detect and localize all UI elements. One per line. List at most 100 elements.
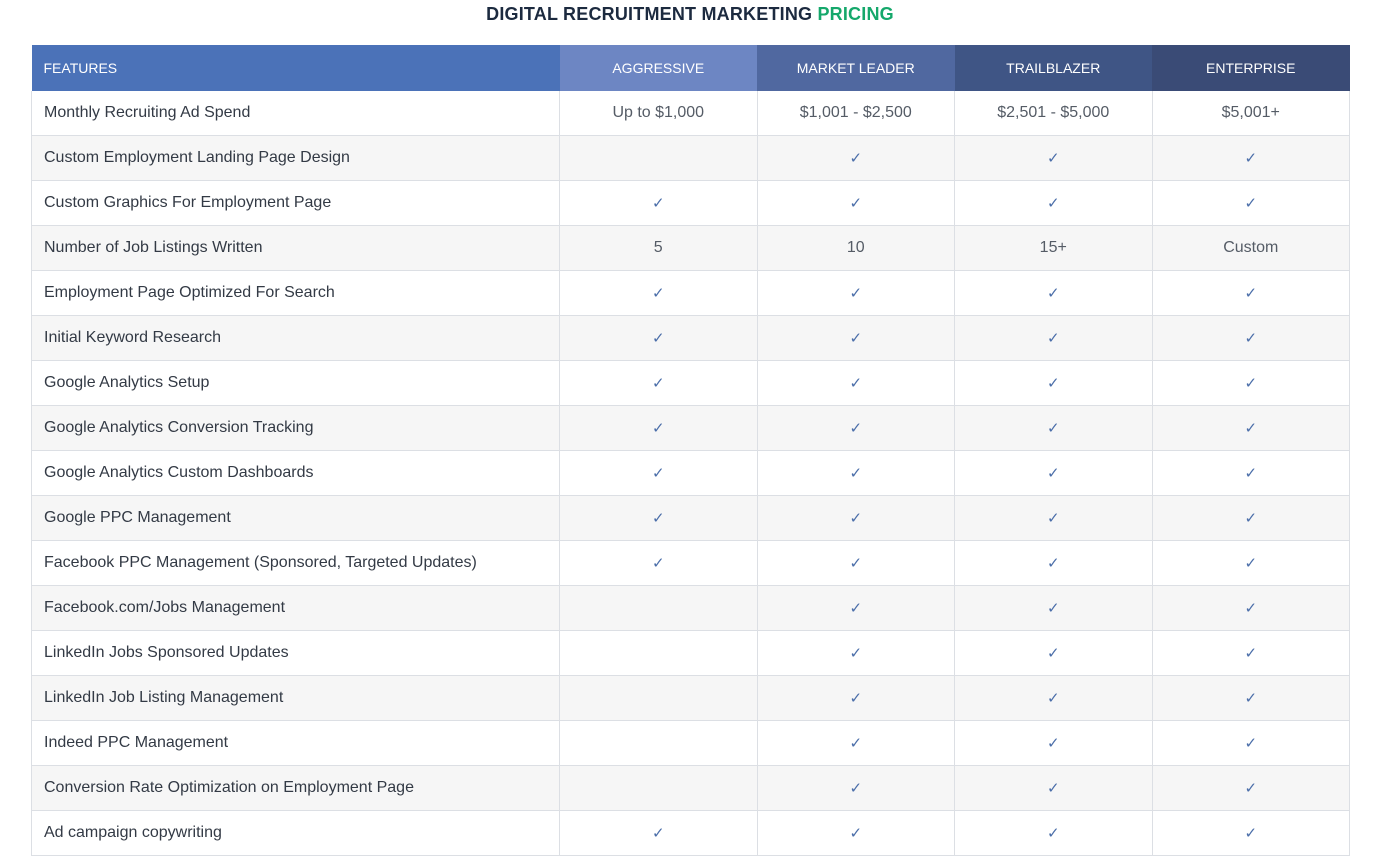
cell-aggressive (559, 675, 758, 721)
checkmark-icon: ✓ (1244, 509, 1258, 527)
table-row: Initial Keyword Research ✓ ✓ ✓ ✓ (31, 315, 1350, 361)
cell-market-leader: ✓ (757, 810, 955, 856)
cell-aggressive (559, 720, 758, 766)
checkmark-icon: ✓ (1046, 509, 1060, 527)
checkmark-icon: ✓ (849, 554, 863, 572)
cell-enterprise: ✓ (1152, 270, 1350, 316)
feature-name: Google Analytics Conversion Tracking (31, 405, 560, 451)
feature-name: Number of Job Listings Written (31, 225, 560, 271)
cell-trailblazer: ✓ (954, 405, 1153, 451)
page-title: DIGITAL RECRUITMENT MARKETING PRICING (0, 4, 1380, 25)
feature-name: LinkedIn Job Listing Management (31, 675, 560, 721)
table-row: Google Analytics Setup ✓ ✓ ✓ ✓ (31, 360, 1350, 406)
checkmark-icon: ✓ (1046, 149, 1060, 167)
checkmark-icon: ✓ (1244, 824, 1258, 842)
cell-enterprise: ✓ (1152, 810, 1350, 856)
feature-name: Ad campaign copywriting (31, 810, 560, 856)
cell-enterprise: $5,001+ (1152, 91, 1350, 136)
cell-market-leader: ✓ (757, 585, 955, 631)
checkmark-icon: ✓ (651, 374, 665, 392)
checkmark-icon: ✓ (1046, 284, 1060, 302)
checkmark-icon: ✓ (1046, 689, 1060, 707)
checkmark-icon: ✓ (849, 419, 863, 437)
checkmark-icon: ✓ (651, 194, 665, 212)
checkmark-icon: ✓ (1244, 464, 1258, 482)
cell-aggressive: ✓ (559, 450, 758, 496)
cell-aggressive: ✓ (559, 270, 758, 316)
checkmark-icon: ✓ (651, 329, 665, 347)
checkmark-icon: ✓ (849, 689, 863, 707)
cell-trailblazer: ✓ (954, 675, 1153, 721)
cell-aggressive (559, 630, 758, 676)
feature-name: Indeed PPC Management (31, 720, 560, 766)
cell-aggressive (559, 585, 758, 631)
checkmark-icon: ✓ (849, 509, 863, 527)
cell-aggressive: ✓ (559, 180, 758, 226)
cell-market-leader: $1,001 - $2,500 (757, 91, 955, 136)
feature-name: Employment Page Optimized For Search (31, 270, 560, 316)
cell-trailblazer: ✓ (954, 810, 1153, 856)
checkmark-icon: ✓ (1244, 419, 1258, 437)
cell-enterprise: Custom (1152, 225, 1350, 271)
table-row: Conversion Rate Optimization on Employme… (31, 765, 1350, 811)
cell-aggressive: ✓ (559, 315, 758, 361)
checkmark-icon: ✓ (849, 194, 863, 212)
table-row: LinkedIn Jobs Sponsored Updates ✓ ✓ ✓ (31, 630, 1350, 676)
checkmark-icon: ✓ (1244, 599, 1258, 617)
cell-market-leader: ✓ (757, 540, 955, 586)
feature-name: Monthly Recruiting Ad Spend (31, 91, 560, 136)
checkmark-icon: ✓ (1046, 464, 1060, 482)
header-features: FEATURES (31, 45, 560, 91)
cell-market-leader: ✓ (757, 630, 955, 676)
cell-market-leader: ✓ (757, 180, 955, 226)
cell-enterprise: ✓ (1152, 135, 1350, 181)
table-row: Monthly Recruiting Ad Spend Up to $1,000 $… (31, 91, 1350, 136)
cell-enterprise: ✓ (1152, 540, 1350, 586)
cell-market-leader: ✓ (757, 675, 955, 721)
cell-trailblazer: ✓ (954, 540, 1153, 586)
checkmark-icon: ✓ (1046, 779, 1060, 797)
checkmark-icon: ✓ (1244, 689, 1258, 707)
checkmark-icon: ✓ (1046, 554, 1060, 572)
cell-market-leader: ✓ (757, 720, 955, 766)
table-row: Employment Page Optimized For Search ✓ ✓ ✓ ✓ (31, 270, 1350, 316)
cell-trailblazer: ✓ (954, 180, 1153, 226)
checkmark-icon: ✓ (651, 464, 665, 482)
cell-market-leader: ✓ (757, 405, 955, 451)
cell-trailblazer: ✓ (954, 135, 1153, 181)
checkmark-icon: ✓ (849, 464, 863, 482)
checkmark-icon: ✓ (651, 824, 665, 842)
table-row: Google Analytics Conversion Tracking ✓ ✓ ✓ ✓ (31, 405, 1350, 451)
cell-enterprise: ✓ (1152, 495, 1350, 541)
cell-enterprise: ✓ (1152, 765, 1350, 811)
cell-enterprise: ✓ (1152, 180, 1350, 226)
cell-market-leader: ✓ (757, 135, 955, 181)
cell-enterprise: ✓ (1152, 450, 1350, 496)
cell-aggressive: Up to $1,000 (559, 91, 758, 136)
cell-trailblazer: ✓ (954, 630, 1153, 676)
checkmark-icon: ✓ (1244, 644, 1258, 662)
cell-enterprise: ✓ (1152, 630, 1350, 676)
checkmark-icon: ✓ (1244, 149, 1258, 167)
table-row: Google PPC Management ✓ ✓ ✓ ✓ (31, 495, 1350, 541)
checkmark-icon: ✓ (1244, 194, 1258, 212)
cell-trailblazer: $2,501 - $5,000 (954, 91, 1153, 136)
feature-name: Custom Graphics For Employment Page (31, 180, 560, 226)
table-row: Number of Job Listings Written 5 10 15+ Cust… (31, 225, 1350, 271)
cell-aggressive (559, 135, 758, 181)
table-row: Custom Graphics For Employment Page ✓ ✓ ✓ ✓ (31, 180, 1350, 226)
feature-name: Google Analytics Setup (31, 360, 560, 406)
checkmark-icon: ✓ (651, 419, 665, 437)
checkmark-icon: ✓ (1046, 734, 1060, 752)
checkmark-icon: ✓ (849, 824, 863, 842)
checkmark-icon: ✓ (1046, 329, 1060, 347)
feature-name: Facebook.com/Jobs Management (31, 585, 560, 631)
feature-name: Custom Employment Landing Page Design (31, 135, 560, 181)
cell-enterprise: ✓ (1152, 675, 1350, 721)
table-row: Custom Employment Landing Page Design ✓ ✓ ✓ (31, 135, 1350, 181)
cell-enterprise: ✓ (1152, 720, 1350, 766)
checkmark-icon: ✓ (849, 599, 863, 617)
checkmark-icon: ✓ (1244, 284, 1258, 302)
checkmark-icon: ✓ (1244, 554, 1258, 572)
cell-trailblazer: ✓ (954, 450, 1153, 496)
